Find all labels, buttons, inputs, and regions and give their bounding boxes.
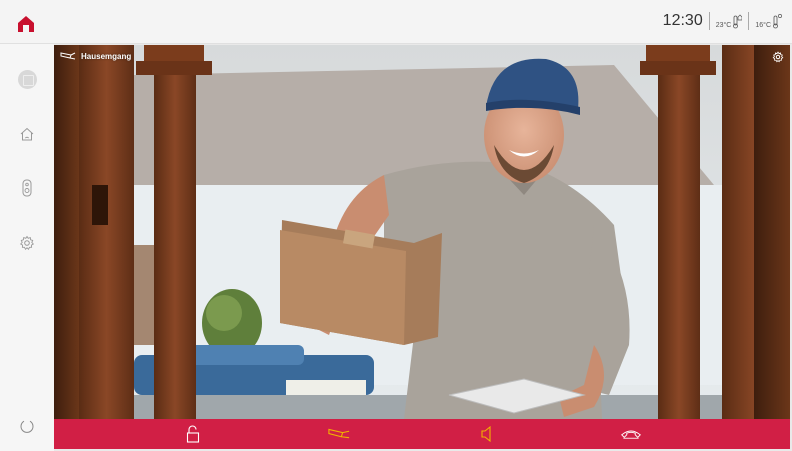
sidebar <box>0 44 54 451</box>
thermometer-home-icon <box>733 14 743 29</box>
camera-icon <box>60 52 76 60</box>
door-intercom-screen: 12:30 23°C 16°C Hausemgang <box>0 0 792 451</box>
sidebar-item-profile[interactable] <box>17 69 37 89</box>
sidebar-item-intercom[interactable] <box>17 178 37 198</box>
indoor-temperature-value: 23°C <box>715 22 732 29</box>
camera-video-feed[interactable]: Hausemgang <box>54 45 790 419</box>
status-area: 12:30 23°C 16°C <box>663 12 782 30</box>
gear-icon <box>19 235 35 251</box>
divider <box>748 12 750 30</box>
outdoor-temperature: 16°C <box>755 13 782 29</box>
call-control-bar <box>54 419 790 449</box>
home-logo-icon[interactable] <box>16 14 36 34</box>
power-icon <box>20 420 34 433</box>
sidebar-item-settings[interactable] <box>17 233 37 253</box>
outdoor-temperature-value: 16°C <box>755 22 771 29</box>
top-status-bar: 12:30 23°C 16°C <box>0 0 792 44</box>
speaker-icon <box>481 425 491 443</box>
camera-scene-image <box>54 45 790 419</box>
clock: 12:30 <box>662 12 703 29</box>
user-avatar-icon <box>17 69 37 89</box>
camera-icon <box>328 428 350 439</box>
phone-hangup-icon <box>620 430 642 439</box>
unlock-icon <box>186 425 200 443</box>
speaker-button[interactable] <box>476 424 498 444</box>
sidebar-item-home[interactable] <box>17 124 37 144</box>
doorbell-icon <box>22 179 32 197</box>
hang-up-button[interactable] <box>620 424 642 444</box>
indoor-temperature: 23°C <box>716 13 743 29</box>
gear-icon[interactable] <box>772 51 784 63</box>
camera-label: Hausemgang <box>60 51 131 61</box>
door-open-button[interactable] <box>182 424 204 444</box>
thermometer-weather-icon <box>773 14 782 29</box>
sidebar-item-power[interactable] <box>17 416 37 436</box>
house-icon <box>20 127 34 141</box>
camera-toggle-button[interactable] <box>328 424 350 444</box>
camera-name: Hausemgang <box>81 51 132 61</box>
divider <box>708 12 710 30</box>
